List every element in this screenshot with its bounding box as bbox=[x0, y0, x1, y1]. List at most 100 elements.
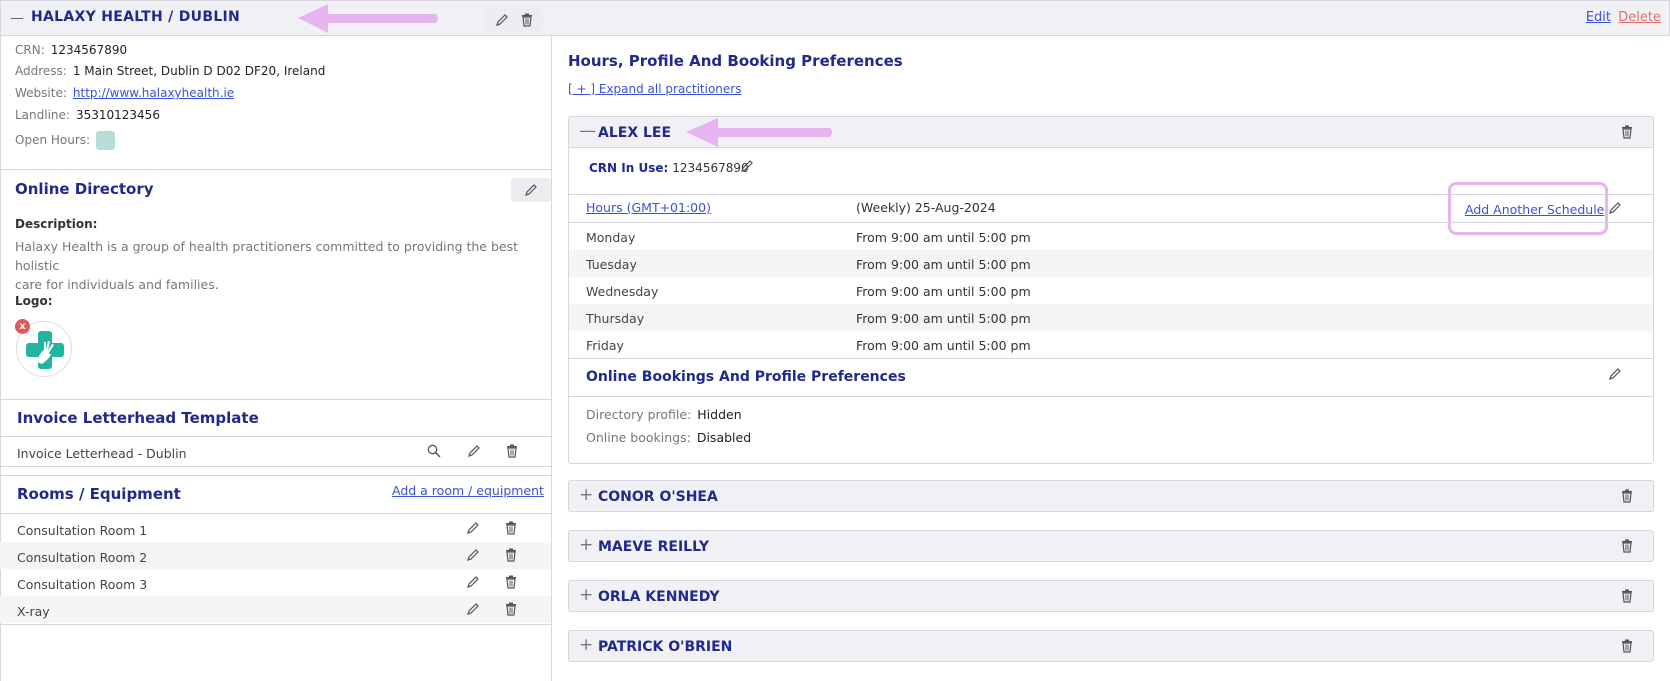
plus-icon[interactable]: + bbox=[579, 637, 593, 654]
divider bbox=[569, 396, 1653, 397]
divider bbox=[0, 475, 552, 476]
trash-icon[interactable] bbox=[1621, 639, 1633, 653]
minus-icon[interactable]: — bbox=[579, 123, 596, 140]
schedule-day: Monday bbox=[586, 230, 636, 245]
directory-profile-value: Hidden bbox=[697, 407, 742, 422]
divider bbox=[0, 466, 552, 467]
crn-label: CRN: bbox=[15, 43, 45, 57]
trash-icon[interactable] bbox=[505, 602, 517, 616]
invoice-letterhead-title: Invoice Letterhead Template bbox=[17, 409, 259, 427]
online-bookings-label: Online bookings: bbox=[586, 430, 691, 445]
online-directory-title: Online Directory bbox=[15, 180, 154, 198]
highlight-arrow-icon bbox=[298, 4, 438, 33]
divider bbox=[0, 624, 552, 625]
clinic-header-bar[interactable]: HALAXY HEALTH / DUBLIN Edit Delete bbox=[0, 0, 1670, 36]
room-name: Consultation Room 3 bbox=[17, 577, 148, 592]
pencil-icon[interactable] bbox=[740, 159, 754, 173]
description-line: Halaxy Health is a group of health pract… bbox=[15, 239, 519, 273]
directory-edit-button[interactable] bbox=[511, 178, 551, 202]
expand-all-link[interactable]: [ + ] Expand all practitioners bbox=[568, 82, 741, 96]
online-bookings-value: Disabled bbox=[696, 430, 752, 445]
open-hours-row: Open Hours: bbox=[15, 131, 116, 150]
schedule-time: From 9:00 am until 5:00 pm bbox=[856, 338, 1031, 353]
schedule-row: Monday From 9:00 am until 5:00 pm bbox=[569, 223, 1653, 250]
schedule-row: Friday From 9:00 am until 5:00 pm bbox=[569, 331, 1653, 358]
delete-link[interactable]: Delete bbox=[1618, 10, 1661, 25]
room-name: Consultation Room 2 bbox=[17, 550, 148, 565]
pencil-icon[interactable] bbox=[466, 602, 480, 616]
practitioner-header[interactable]: + PATRICK O'BRIEN bbox=[568, 630, 1654, 662]
practitioner-name: ORLA KENNEDY bbox=[598, 589, 720, 605]
description-line: care for individuals and families. bbox=[15, 277, 219, 292]
room-row: Consultation Room 1 bbox=[0, 515, 551, 542]
landline-label: Landline: bbox=[15, 108, 70, 122]
trash-icon[interactable] bbox=[505, 575, 517, 589]
crn-row: CRN: 1234567890 bbox=[15, 43, 127, 57]
plus-icon[interactable]: + bbox=[579, 487, 593, 504]
practitioner-name: ALEX LEE bbox=[598, 125, 672, 141]
schedule-row: Thursday From 9:00 am until 5:00 pm bbox=[569, 304, 1653, 331]
description-label: Description: bbox=[15, 217, 98, 231]
open-hours-label: Open Hours: bbox=[15, 133, 91, 147]
divider bbox=[0, 513, 552, 514]
address-row: Address: 1 Main Street, Dublin D D02 DF20… bbox=[15, 64, 325, 78]
practitioner-header[interactable]: + MAEVE REILLY bbox=[568, 530, 1654, 562]
schedule-day: Tuesday bbox=[586, 257, 637, 272]
schedule-row: Wednesday From 9:00 am until 5:00 pm bbox=[569, 277, 1653, 304]
online-bookings-row: Online bookings: Disabled bbox=[586, 430, 751, 445]
divider bbox=[569, 358, 1653, 359]
schedule-day: Thursday bbox=[586, 311, 645, 326]
prefs-title: Online Bookings And Profile Preferences bbox=[586, 369, 906, 385]
pencil-icon[interactable] bbox=[1608, 367, 1622, 381]
highlight-arrow-icon bbox=[686, 118, 832, 147]
website-link[interactable]: http://www.halaxyhealth.ie bbox=[73, 86, 234, 100]
schedule-time: From 9:00 am until 5:00 pm bbox=[856, 230, 1031, 245]
crn-in-use-label: CRN In Use: bbox=[589, 161, 669, 175]
clinic-actions bbox=[483, 8, 543, 32]
edit-link[interactable]: Edit bbox=[1586, 10, 1611, 25]
collapse-minus-icon[interactable] bbox=[11, 18, 23, 19]
trash-icon[interactable] bbox=[1621, 539, 1633, 553]
schedule-time: From 9:00 am until 5:00 pm bbox=[856, 257, 1031, 272]
add-room-link[interactable]: Add a room / equipment bbox=[392, 483, 544, 498]
trash-icon[interactable] bbox=[1621, 125, 1633, 139]
schedule-day: Wednesday bbox=[586, 284, 659, 299]
pencil-icon[interactable] bbox=[467, 444, 481, 458]
practitioner-header[interactable]: + CONOR O'SHEA bbox=[568, 480, 1654, 512]
pencil-icon[interactable] bbox=[524, 183, 538, 197]
divider bbox=[0, 436, 552, 437]
room-row: Consultation Room 3 bbox=[0, 569, 551, 596]
pencil-icon[interactable] bbox=[1608, 201, 1622, 215]
hours-timezone-link[interactable]: Hours (GMT+01:00) bbox=[586, 200, 711, 215]
crn-in-use-value: 1234567890 bbox=[672, 161, 749, 175]
address-label: Address: bbox=[15, 64, 67, 78]
practitioner-name: PATRICK O'BRIEN bbox=[598, 639, 733, 655]
search-icon[interactable] bbox=[427, 444, 441, 458]
pencil-icon[interactable] bbox=[466, 521, 480, 535]
room-name: Consultation Room 1 bbox=[17, 523, 148, 538]
landline-value: 35310123456 bbox=[75, 108, 160, 122]
website-label: Website: bbox=[15, 86, 67, 100]
trash-icon[interactable] bbox=[1621, 589, 1633, 603]
pencil-icon[interactable] bbox=[466, 575, 480, 589]
trash-icon[interactable] bbox=[506, 444, 518, 458]
address-value: 1 Main Street, Dublin D D02 DF20, Irelan… bbox=[72, 64, 326, 78]
hours-section-title: Hours, Profile And Booking Preferences bbox=[568, 52, 903, 70]
trash-icon[interactable] bbox=[505, 521, 517, 535]
room-name: X-ray bbox=[17, 604, 50, 619]
plus-icon[interactable]: + bbox=[579, 537, 593, 554]
landline-row: Landline: 35310123456 bbox=[15, 108, 160, 122]
schedule-description: (Weekly) 25-Aug-2024 bbox=[856, 200, 996, 215]
trash-icon[interactable] bbox=[505, 548, 517, 562]
practitioner-header[interactable]: + ORLA KENNEDY bbox=[568, 580, 1654, 612]
trash-icon[interactable] bbox=[521, 13, 533, 27]
pencil-icon[interactable] bbox=[495, 13, 509, 27]
clinic-title: HALAXY HEALTH / DUBLIN bbox=[31, 9, 241, 25]
directory-profile-row: Directory profile: Hidden bbox=[586, 407, 742, 422]
trash-icon[interactable] bbox=[1621, 489, 1633, 503]
pencil-icon[interactable] bbox=[466, 548, 480, 562]
crn-in-use-row: CRN In Use: 1234567890 bbox=[589, 161, 749, 175]
plus-icon[interactable]: + bbox=[579, 587, 593, 604]
remove-logo-button[interactable]: x bbox=[15, 319, 30, 334]
open-hours-swatch[interactable] bbox=[96, 131, 116, 150]
